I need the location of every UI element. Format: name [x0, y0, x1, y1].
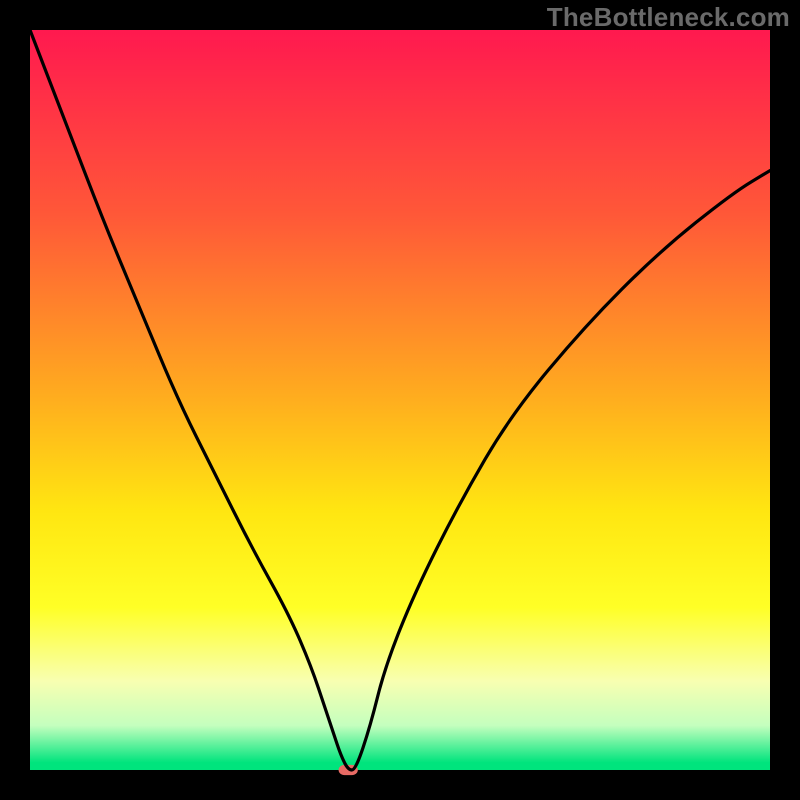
bottleneck-chart: TheBottleneck.com	[0, 0, 800, 800]
chart-svg	[0, 0, 800, 800]
plot-area	[30, 30, 770, 770]
